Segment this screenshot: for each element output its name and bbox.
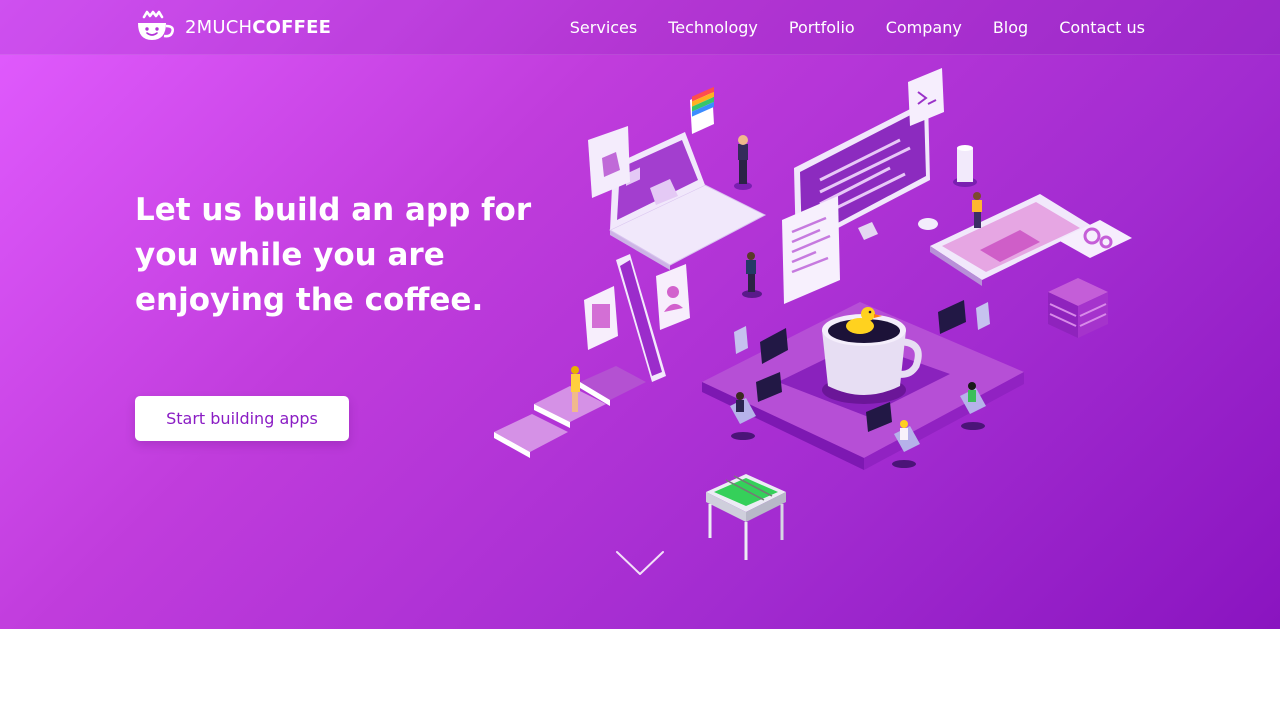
floating-tiles-illustration	[494, 366, 646, 458]
nav-link-portfolio[interactable]: Portfolio	[789, 18, 855, 37]
isometric-office-illustration	[494, 68, 1132, 560]
content-section	[0, 629, 1280, 711]
nav-link-technology[interactable]: Technology	[668, 18, 758, 37]
chevron-down-icon[interactable]	[614, 548, 666, 578]
terminal-card-illustration	[908, 68, 944, 126]
hero-section: 2MUCHCOFFEE Services Technology Portfoli…	[0, 0, 1280, 629]
hero-headline: Let us build an app for you while you ar…	[135, 192, 532, 318]
brand-name: 2MUCHCOFFEE	[185, 16, 332, 38]
top-navbar: 2MUCHCOFFEE Services Technology Portfoli…	[0, 0, 1280, 55]
nav-link-services[interactable]: Services	[570, 18, 637, 37]
nav-link-contact-us[interactable]: Contact us	[1059, 18, 1145, 37]
mouse-illustration	[918, 218, 938, 230]
color-palette-illustration	[690, 86, 714, 134]
smartphone-illustration	[616, 254, 666, 382]
coffee-cup-face-icon	[138, 10, 175, 40]
main-nav: Services Technology Portfolio Company Bl…	[539, 0, 1145, 54]
code-document-illustration	[782, 196, 840, 304]
brand-logo[interactable]: 2MUCHCOFFEE	[135, 8, 331, 46]
app-grid-card-illustration	[584, 286, 618, 350]
person-walking-illustration	[972, 192, 982, 228]
foosball-table-illustration	[706, 474, 786, 560]
start-building-apps-button[interactable]: Start building apps	[135, 396, 349, 441]
person-hoverboard-illustration	[742, 252, 762, 298]
profile-card-illustration	[656, 264, 690, 330]
server-stack-illustration	[1048, 278, 1108, 338]
person-standing-illustration	[734, 135, 752, 190]
nav-link-company[interactable]: Company	[886, 18, 962, 37]
nav-link-blog[interactable]: Blog	[993, 18, 1028, 37]
cup-holder-illustration	[953, 145, 977, 187]
